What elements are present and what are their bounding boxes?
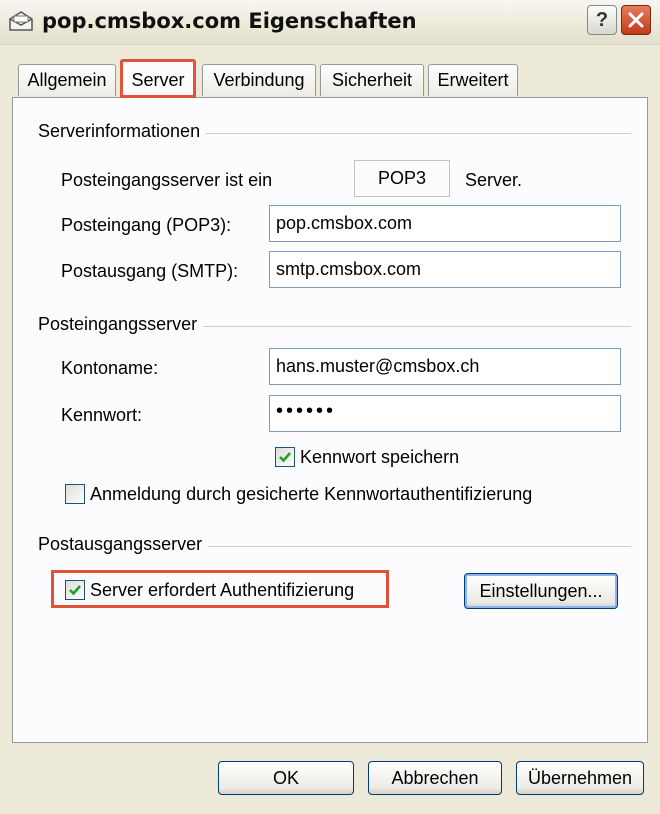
- apply-button[interactable]: Übernehmen: [516, 761, 644, 795]
- help-button[interactable]: ?: [587, 5, 617, 35]
- tab-verbindung[interactable]: Verbindung: [202, 64, 316, 96]
- spa-label[interactable]: Anmeldung durch gesicherte Kennwortauthe…: [90, 484, 532, 505]
- group-heading-server-info: Serverinformationen: [38, 121, 207, 142]
- incoming-type-value: POP3: [354, 160, 450, 197]
- tab-erweitert[interactable]: Erweitert: [428, 64, 518, 96]
- settings-button[interactable]: Einstellungen...: [464, 573, 618, 609]
- mail-account-icon: [9, 11, 33, 31]
- incoming-server-label: Posteingang (POP3):: [61, 215, 232, 235]
- checkmark-icon: [69, 585, 81, 596]
- tab-label: Erweitert: [437, 70, 509, 90]
- ok-button[interactable]: OK: [218, 761, 354, 795]
- tab-sicherheit[interactable]: Sicherheit: [320, 64, 424, 96]
- auth-required-checkbox[interactable]: [65, 580, 85, 600]
- outgoing-server-field[interactable]: smtp.cmsbox.com: [269, 251, 621, 288]
- window-title: pop.cmsbox.com Eigenschaften: [42, 9, 417, 33]
- close-button[interactable]: [621, 5, 651, 35]
- close-icon: [628, 12, 644, 28]
- group-heading-incoming-server: Posteingangsserver: [38, 314, 204, 335]
- account-name-label: Kontoname:: [61, 358, 159, 378]
- auth-required-label[interactable]: Server erfordert Authentifizierung: [90, 580, 354, 601]
- title-bar[interactable]: pop.cmsbox.com Eigenschaften ?: [0, 0, 660, 45]
- incoming-type-label: Posteingangsserver ist ein: [61, 170, 273, 190]
- outgoing-server-label: Postausgang (SMTP):: [61, 261, 239, 281]
- account-name-field[interactable]: hans.muster@cmsbox.ch: [269, 348, 621, 385]
- tab-server[interactable]: Server: [120, 59, 196, 98]
- tab-label: Sicherheit: [331, 70, 413, 90]
- incoming-server-field[interactable]: pop.cmsbox.com: [269, 205, 621, 242]
- incoming-type-suffix: Server.: [465, 170, 523, 190]
- checkmark-icon: [279, 452, 291, 463]
- remember-password-checkbox[interactable]: [275, 447, 295, 467]
- password-field[interactable]: ••••••: [269, 395, 621, 432]
- tab-label: Allgemein: [27, 70, 107, 90]
- spa-checkbox[interactable]: [65, 484, 85, 504]
- tab-allgemein[interactable]: Allgemein: [18, 64, 116, 96]
- tab-panel-server: Serverinformationen Posteingangsserver i…: [12, 97, 648, 743]
- tab-label: Verbindung: [213, 70, 305, 90]
- remember-password-label[interactable]: Kennwort speichern: [300, 447, 459, 468]
- group-heading-outgoing-server: Postausgangsserver: [38, 534, 209, 555]
- tab-label: Server: [131, 69, 185, 90]
- cancel-button[interactable]: Abbrechen: [368, 761, 502, 795]
- help-icon: ?: [595, 8, 609, 31]
- password-label: Kennwort:: [61, 405, 143, 425]
